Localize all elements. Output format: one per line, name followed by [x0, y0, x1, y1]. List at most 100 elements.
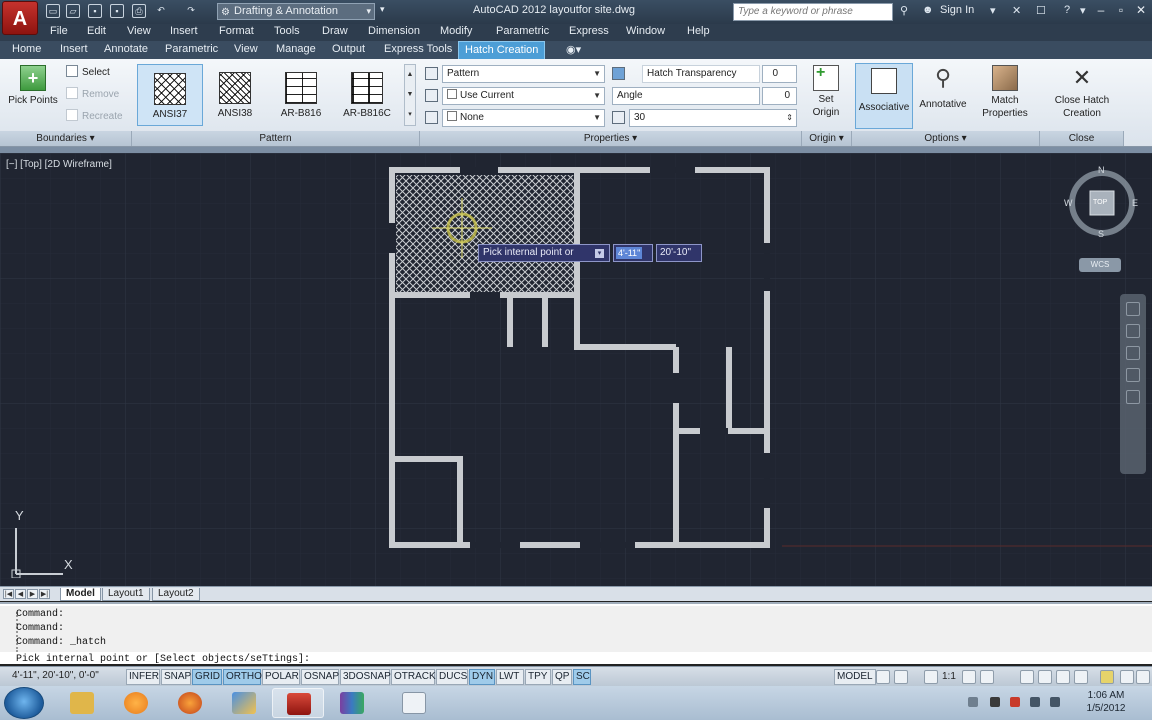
status-toggle-grid[interactable]: GRID — [192, 669, 222, 685]
annotation-visibility-icon[interactable] — [962, 670, 976, 684]
dynamic-y-input[interactable]: 20'-10" — [656, 244, 702, 262]
scale-row[interactable]: 30 ⇕ — [612, 109, 797, 127]
search-input[interactable]: Type a keyword or phrase — [733, 3, 893, 21]
start-button[interactable] — [4, 687, 44, 719]
status-toggle-snap[interactable]: SNAP — [161, 669, 191, 685]
background-color-field[interactable]: None ▼ — [442, 109, 605, 127]
sign-in-link[interactable]: Sign In — [940, 4, 974, 16]
close-window-button[interactable]: ✕ — [1132, 2, 1150, 18]
layout-tab-model[interactable]: Model — [60, 588, 101, 601]
taskbar-window[interactable] — [388, 688, 440, 718]
first-tab-icon[interactable]: |◀ — [3, 589, 14, 599]
tab-hatch-creation[interactable]: Hatch Creation — [458, 41, 546, 59]
auto-scale-icon[interactable] — [980, 670, 994, 684]
hatch-type-field[interactable]: Pattern ▼ — [442, 65, 605, 83]
annotation-scale-value[interactable]: 1:1 — [942, 671, 956, 682]
open-icon[interactable]: ▱ — [66, 4, 80, 18]
tray-volume-icon[interactable] — [1050, 697, 1060, 707]
plot-icon[interactable]: ⎙ — [132, 4, 146, 18]
compass-west[interactable]: W — [1064, 198, 1073, 208]
status-toggle-otrack[interactable]: OTRACK — [391, 669, 436, 685]
menu-parametric[interactable]: Parametric — [496, 25, 549, 37]
spinner-icon[interactable]: ⇕ — [786, 110, 793, 126]
compass-south[interactable]: S — [1098, 229, 1104, 239]
scroll-down-icon[interactable]: ▼ — [405, 85, 415, 105]
status-toggle-lwt[interactable]: LWT — [496, 669, 524, 685]
status-toggle-dyn[interactable]: DYN — [469, 669, 495, 685]
remove-boundary-button[interactable]: Remove — [66, 87, 119, 103]
taskbar-media-player[interactable] — [110, 688, 162, 718]
tray-network-icon[interactable] — [1030, 697, 1040, 707]
menu-view[interactable]: View — [127, 25, 151, 37]
pattern-gallery-scroll[interactable]: ▲ ▼ ▾ — [404, 64, 416, 126]
tab-home[interactable]: Home — [12, 43, 41, 55]
associative-toggle[interactable]: Associative — [855, 63, 913, 129]
maximize-button[interactable]: ▫ — [1112, 2, 1130, 18]
hatch-transparency-row[interactable]: Hatch Transparency 0 — [612, 65, 797, 83]
tray-expand-icon[interactable] — [968, 697, 978, 707]
command-window[interactable]: Command: Command: Command: _hatch Pick i… — [0, 602, 1152, 665]
menu-draw[interactable]: Draw — [322, 25, 348, 37]
notification-icon[interactable] — [1100, 670, 1114, 684]
minimize-button[interactable]: – — [1092, 2, 1110, 18]
angle-row[interactable]: Angle 0 — [612, 87, 797, 105]
hatch-color-dropdown[interactable]: Use Current ▼ — [425, 87, 605, 105]
properties-panel-title[interactable]: Properties ▾ — [420, 131, 802, 146]
undo-icon[interactable]: ↶ — [154, 4, 168, 18]
layout-tab-layout1[interactable]: Layout1 — [102, 588, 150, 601]
orbit-icon[interactable] — [1126, 368, 1140, 382]
menu-dimension[interactable]: Dimension — [368, 25, 420, 37]
select-boundary-button[interactable]: Select — [66, 65, 110, 81]
drawing-area[interactable]: [−] [Top] [2D Wireframe] N S E W TOP WCS — [0, 153, 1152, 586]
coordinate-readout[interactable]: 4'-11", 20'-10", 0'-0" — [12, 670, 99, 681]
tab-annotate[interactable]: Annotate — [104, 43, 148, 55]
taskbar-explorer[interactable] — [56, 688, 108, 718]
status-toggle-sc[interactable]: SC — [573, 669, 591, 685]
lock-icon[interactable] — [1038, 670, 1052, 684]
scroll-up-icon[interactable]: ▲ — [405, 65, 415, 85]
tab-parametric[interactable]: Parametric — [165, 43, 218, 55]
status-toggle-polar[interactable]: POLAR — [262, 669, 300, 685]
annotation-scale-icon[interactable] — [924, 670, 938, 684]
transparency-input[interactable]: 0 — [762, 65, 797, 83]
command-prompt[interactable]: Pick internal point or [Select objects/s… — [16, 654, 310, 665]
menu-express[interactable]: Express — [569, 25, 609, 37]
match-properties-button[interactable]: Match Properties — [976, 65, 1034, 120]
steering-wheel-icon[interactable] — [1126, 302, 1140, 316]
hardware-acceleration-icon[interactable] — [1056, 670, 1070, 684]
viewcube-top-face[interactable]: TOP — [1093, 199, 1107, 206]
showmotion-icon[interactable] — [1126, 390, 1140, 404]
application-menu-button[interactable]: A — [2, 1, 38, 35]
menu-format[interactable]: Format — [219, 25, 254, 37]
tab-output[interactable]: Output — [332, 43, 365, 55]
pattern-swatch-ansi38[interactable]: ANSI38 — [202, 64, 268, 126]
tab-insert[interactable]: Insert — [60, 43, 88, 55]
origin-panel-title[interactable]: Origin ▾ — [802, 131, 852, 146]
compass-east[interactable]: E — [1132, 198, 1138, 208]
pattern-swatch-ar-b816c[interactable]: AR-B816C — [334, 64, 400, 126]
menu-edit[interactable]: Edit — [87, 25, 106, 37]
taskbar-autocad[interactable] — [272, 688, 324, 718]
compass-north[interactable]: N — [1098, 165, 1105, 175]
save-as-icon[interactable]: ▪ — [110, 4, 124, 18]
clean-screen-icon[interactable] — [1136, 670, 1150, 684]
recreate-boundary-button[interactable]: Recreate — [66, 109, 123, 125]
taskbar-firefox[interactable] — [164, 688, 216, 718]
tray-pen-icon[interactable] — [990, 697, 1000, 707]
dropdown-icon[interactable]: ▾ — [990, 4, 996, 17]
dynamic-x-input[interactable]: 4'-11" — [613, 244, 653, 262]
status-toggle-osnap[interactable]: OSNAP — [301, 669, 339, 685]
hatch-type-dropdown[interactable]: Pattern ▼ — [425, 65, 605, 83]
taskbar-winrar[interactable] — [326, 688, 378, 718]
zoom-icon[interactable] — [1126, 346, 1140, 360]
menu-file[interactable]: File — [50, 25, 68, 37]
menu-window[interactable]: Window — [626, 25, 665, 37]
tab-manage[interactable]: Manage — [276, 43, 316, 55]
new-icon[interactable]: ▭ — [46, 4, 60, 18]
pattern-swatch-ar-b816[interactable]: AR-B816 — [268, 64, 334, 126]
status-toggle-infer[interactable]: INFER — [126, 669, 160, 685]
help-dropdown-icon[interactable]: ▾ — [1080, 4, 1086, 17]
workspace-dropdown[interactable]: ⚙ Drafting & Annotation ▾ — [217, 3, 375, 20]
viewcube[interactable]: N S E W TOP — [1064, 165, 1138, 239]
angle-input[interactable]: 0 — [762, 87, 797, 105]
